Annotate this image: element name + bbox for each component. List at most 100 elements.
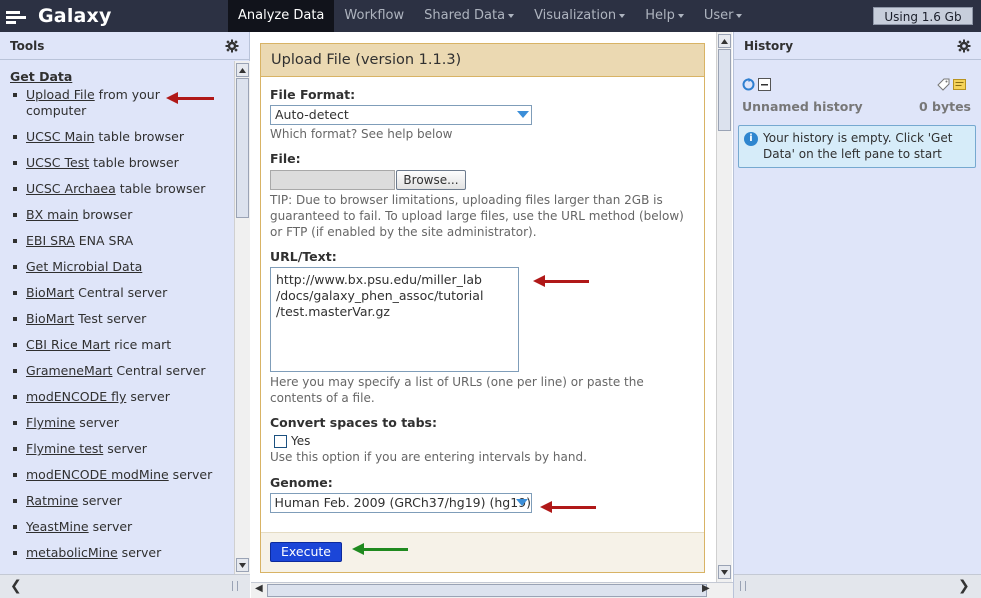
history-tools [937, 78, 969, 91]
tool-item: GrameneMart Central server [10, 363, 220, 379]
history-name[interactable]: Unnamed history [742, 99, 863, 114]
history-panel: History Unnamed history 0 bytes i Your h… [733, 32, 981, 598]
masthead: Galaxy Analyze Data Workflow Shared Data Vi… [0, 0, 981, 32]
nav-tab-3[interactable]: Visualization [524, 0, 635, 32]
tag-icon[interactable] [937, 78, 950, 91]
tool-link[interactable]: BX main [26, 207, 78, 222]
file-format-help: Which format? See help below [270, 127, 453, 141]
refresh-icon[interactable] [742, 78, 755, 91]
tool-item: Flymine test server [10, 441, 220, 457]
tool-list: Get Data Upload File from your computer U… [0, 61, 234, 576]
genome-select[interactable]: Human Feb. 2009 (GRCh37/hg19) (hg19) [270, 493, 532, 513]
tool-link[interactable]: CBI Rice Mart [26, 337, 110, 352]
resize-grip-icon[interactable] [232, 581, 238, 591]
annotation-arrow-upload [166, 92, 214, 104]
collapse-left-icon[interactable]: ❮ [10, 578, 22, 594]
scroll-right-icon[interactable]: ▶ [702, 583, 710, 594]
caret-down-icon [619, 13, 626, 18]
execute-button[interactable]: Execute [270, 542, 342, 562]
tool-item: modENCODE modMine server [10, 467, 220, 483]
collapse-right-icon[interactable]: ❯ [958, 578, 970, 594]
tool-item: Get Microbial Data [10, 259, 220, 275]
tool-panel-footer: ❮ [0, 574, 250, 598]
tool-description: server [78, 493, 122, 508]
annotate-icon[interactable] [953, 78, 966, 91]
tool-item: YeastMine server [10, 519, 220, 535]
quota-meter[interactable]: Using 1.6 Gb [873, 7, 973, 25]
nav-tab-1[interactable]: Workflow [334, 0, 414, 32]
scroll-down-icon[interactable] [236, 558, 249, 572]
nav-tab-label: Help [645, 8, 675, 23]
convert-spaces-checkbox[interactable] [274, 435, 287, 448]
tool-link[interactable]: YeastMine [26, 519, 89, 534]
scroll-down-icon[interactable] [718, 565, 731, 579]
tool-description: server [103, 441, 147, 456]
tool-item: UCSC Archaea table browser [10, 181, 220, 197]
annotation-arrow-execute [352, 543, 408, 555]
scroll-up-icon[interactable] [718, 34, 731, 48]
tool-item: BX main browser [10, 207, 220, 223]
brand[interactable]: Galaxy [0, 0, 112, 32]
scroll-thumb[interactable] [718, 49, 731, 131]
nav-tab-label: Analyze Data [238, 8, 325, 23]
tool-description: server [168, 467, 213, 482]
tool-link[interactable]: UCSC Main [26, 129, 94, 144]
tool-item: modENCODE fly server [10, 389, 220, 405]
url-text-input[interactable]: http://www.bx.psu.edu/miller_lab /docs/g… [270, 267, 519, 372]
scroll-up-icon[interactable] [236, 63, 249, 77]
annotation-arrow-url [533, 275, 589, 287]
tool-panel-scrollbar[interactable] [234, 61, 250, 576]
nav-tab-label: User [703, 8, 734, 23]
nav-tab-0[interactable]: Analyze Data [228, 0, 335, 32]
nav-tab-2[interactable]: Shared Data [414, 0, 524, 32]
center-scrollbar[interactable] [716, 32, 732, 582]
tool-item: Ratmine server [10, 493, 220, 509]
file-format-select[interactable]: Auto-detect [270, 105, 532, 125]
scroll-left-icon[interactable]: ◀ [255, 583, 263, 594]
tool-link[interactable]: UCSC Archaea [26, 181, 116, 196]
center-panel: Upload File (version 1.1.3) File Format:… [251, 32, 733, 598]
history-panel-header: History [734, 32, 981, 60]
nav-tab-5[interactable]: User [694, 0, 753, 32]
tool-link[interactable]: modENCODE modMine [26, 467, 169, 482]
file-path-field[interactable] [270, 170, 395, 190]
tool-item: UCSC Test table browser [10, 155, 220, 171]
convert-spaces-option: Yes [270, 433, 695, 449]
tool-link[interactable]: BioMart [26, 311, 74, 326]
center-hscrollbar[interactable]: ◀ ▶ [251, 582, 733, 598]
tool-link[interactable]: EBI SRA [26, 233, 75, 248]
file-format-label: File Format: [270, 87, 356, 102]
resize-grip-icon[interactable] [740, 581, 746, 591]
tool-link[interactable]: metabolicMine [26, 545, 118, 560]
tool-link[interactable]: Ratmine [26, 493, 78, 508]
dropdown-arrow-icon [516, 499, 528, 506]
caret-down-icon [736, 13, 743, 18]
gear-icon[interactable] [225, 39, 239, 53]
tool-link[interactable]: GrameneMart [26, 363, 112, 378]
tool-link[interactable]: Get Microbial Data [26, 259, 142, 274]
scroll-thumb[interactable] [267, 584, 707, 597]
brand-title: Galaxy [38, 5, 112, 27]
nav-tab-4[interactable]: Help [635, 0, 694, 32]
browse-button[interactable]: Browse... [396, 170, 466, 190]
tool-description: server [117, 545, 162, 560]
form-body: File Format: Auto-detect Which format? S… [261, 77, 704, 513]
upload-form: Upload File (version 1.1.3) File Format:… [260, 43, 705, 573]
scroll-thumb[interactable] [236, 78, 249, 218]
annotation-arrow-genome [540, 501, 596, 513]
tool-link[interactable]: BioMart [26, 285, 74, 300]
section-get-data[interactable]: Get Data [10, 69, 234, 84]
tool-link[interactable]: Upload File [26, 87, 95, 102]
tool-link[interactable]: modENCODE fly [26, 389, 126, 404]
tool-link[interactable]: Flymine [26, 415, 75, 430]
tool-link[interactable]: Flymine test [26, 441, 103, 456]
collapse-icon[interactable] [758, 78, 771, 91]
history-size: 0 bytes [918, 99, 971, 114]
tool-description: Central server [112, 363, 206, 378]
tool-link[interactable]: UCSC Test [26, 155, 89, 170]
history-empty-message: i Your history is empty. Click 'Get Data… [738, 125, 976, 168]
main-nav: Analyze Data Workflow Shared Data Visualiza… [228, 0, 752, 32]
tool-item: EBI SRA ENA SRA [10, 233, 220, 249]
gear-icon[interactable] [957, 39, 971, 53]
convert-spaces-help: Use this option if you are entering inte… [270, 450, 587, 464]
